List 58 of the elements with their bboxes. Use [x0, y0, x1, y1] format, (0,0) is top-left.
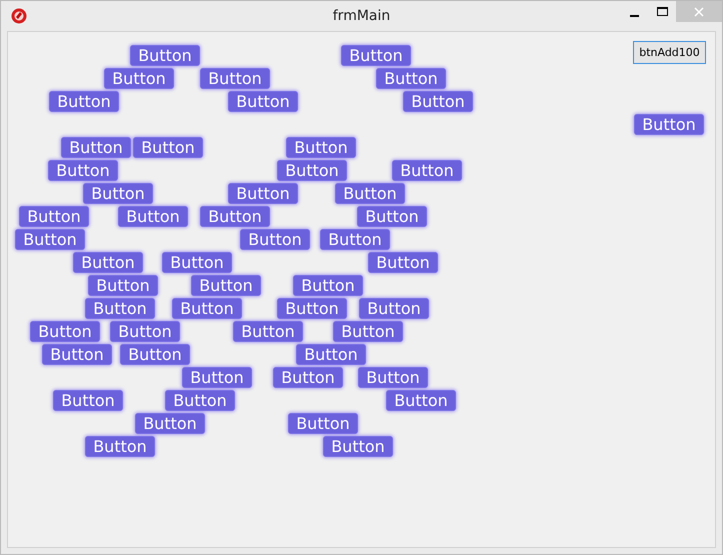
button[interactable]: Button — [30, 321, 100, 342]
button[interactable]: Button — [19, 206, 89, 227]
button[interactable]: Button — [172, 298, 242, 319]
button[interactable]: Button — [376, 68, 446, 89]
button[interactable]: Button — [333, 321, 403, 342]
add-button[interactable]: btnAdd100 — [633, 41, 706, 64]
button[interactable]: Button — [335, 183, 405, 204]
button[interactable]: Button — [85, 298, 155, 319]
button[interactable]: Button — [200, 68, 270, 89]
button[interactable]: Button — [165, 390, 235, 411]
button[interactable]: Button — [386, 390, 456, 411]
button[interactable]: Button — [182, 367, 252, 388]
button[interactable]: Button — [359, 298, 429, 319]
button[interactable]: Button — [135, 413, 205, 434]
button[interactable]: Button — [88, 275, 158, 296]
button[interactable]: Button — [358, 367, 428, 388]
button[interactable]: Button — [110, 321, 180, 342]
button[interactable]: Button — [392, 160, 462, 181]
button[interactable]: Button — [286, 137, 356, 158]
button[interactable]: Button — [48, 160, 118, 181]
button[interactable]: Button — [200, 206, 270, 227]
button[interactable]: Button — [228, 91, 298, 112]
button[interactable]: Button — [277, 160, 347, 181]
button[interactable]: Button — [233, 321, 303, 342]
app-icon — [11, 8, 27, 24]
button[interactable]: Button — [162, 252, 232, 273]
button[interactable]: Button — [42, 344, 112, 365]
button[interactable]: Button — [228, 183, 298, 204]
button[interactable]: Button — [368, 252, 438, 273]
button[interactable]: Button — [634, 114, 704, 135]
button[interactable]: Button — [288, 413, 358, 434]
button[interactable]: Button — [73, 252, 143, 273]
button[interactable]: Button — [118, 206, 188, 227]
maximize-icon — [656, 6, 668, 16]
close-icon — [694, 6, 704, 16]
button[interactable]: Button — [357, 206, 427, 227]
button[interactable]: Button — [130, 45, 200, 66]
button[interactable]: Button — [293, 275, 363, 296]
button[interactable]: Button — [85, 436, 155, 457]
button[interactable]: Button — [104, 68, 174, 89]
button[interactable]: Button — [323, 436, 393, 457]
button[interactable]: Button — [240, 229, 310, 250]
button[interactable]: Button — [403, 91, 473, 112]
minimize-icon — [630, 14, 638, 16]
window-title: frmMain — [332, 8, 390, 24]
button[interactable]: Button — [296, 344, 366, 365]
button[interactable]: Button — [191, 275, 261, 296]
button[interactable]: Button — [277, 298, 347, 319]
button[interactable]: Button — [49, 91, 119, 112]
button[interactable]: Button — [83, 183, 153, 204]
button[interactable]: Button — [61, 137, 131, 158]
button[interactable]: Button — [320, 229, 390, 250]
button[interactable]: Button — [341, 45, 411, 66]
button[interactable]: Button — [133, 137, 203, 158]
button[interactable]: Button — [53, 390, 123, 411]
button[interactable]: Button — [15, 229, 85, 250]
button[interactable]: Button — [120, 344, 190, 365]
button[interactable]: Button — [273, 367, 343, 388]
